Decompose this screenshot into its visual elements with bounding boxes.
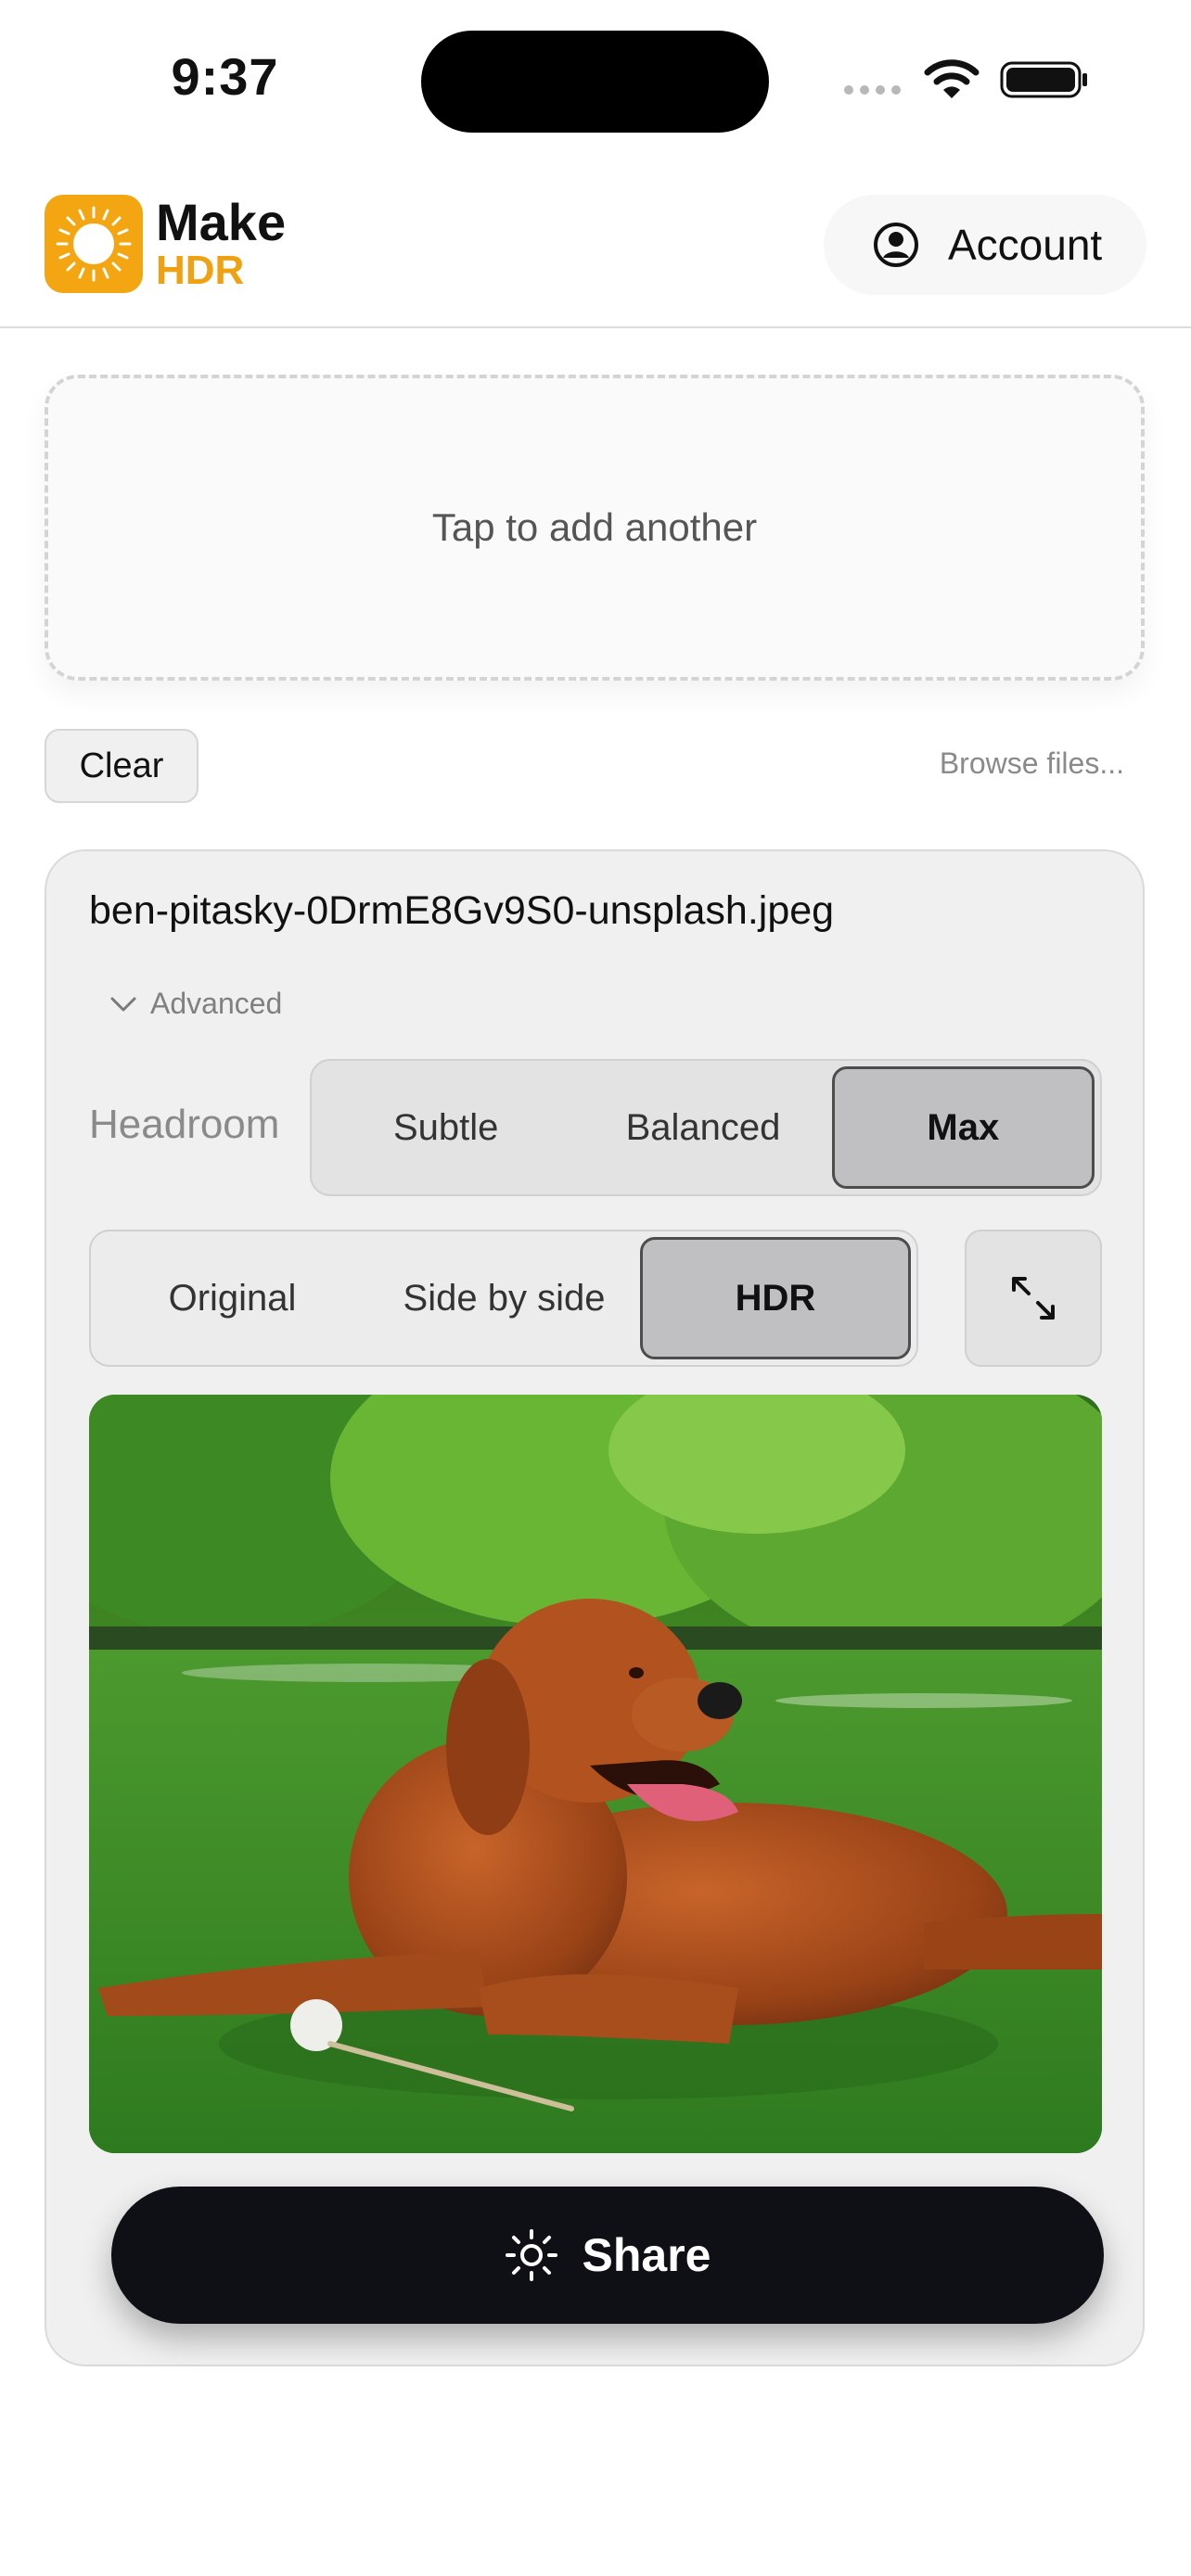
headroom-option-balanced[interactable]: Balanced xyxy=(574,1066,831,1189)
view-option-original[interactable]: Original xyxy=(96,1237,368,1359)
view-mode-segmented-control: Original Side by side HDR xyxy=(89,1230,918,1367)
file-drop-zone[interactable]: Tap to add another xyxy=(45,375,1145,681)
brand-title: Make xyxy=(156,193,287,251)
app-header: Make HDR Account xyxy=(0,158,1191,328)
expand-arrows-icon xyxy=(1012,1277,1055,1320)
dynamic-island xyxy=(421,31,769,133)
drop-zone-text: Tap to add another xyxy=(431,505,758,549)
brand-subtitle: HDR xyxy=(156,248,245,293)
image-card: ben-pitasky-0DrmE8Gv9S0-unsplash.jpeg Ad… xyxy=(45,849,1145,2366)
headroom-segmented-control: Subtle Balanced Max xyxy=(310,1059,1102,1196)
chevron-down-icon xyxy=(110,997,136,1011)
advanced-label: Advanced xyxy=(150,987,283,1020)
wifi-icon xyxy=(924,59,980,98)
sun-logo-icon xyxy=(45,195,143,293)
status-bar: 9:37 xyxy=(0,0,1191,158)
sun-icon xyxy=(505,2229,557,2281)
share-button[interactable]: Share xyxy=(111,2187,1104,2324)
headroom-option-subtle[interactable]: Subtle xyxy=(317,1066,574,1189)
headroom-option-max[interactable]: Max xyxy=(831,1066,1095,1189)
expand-button[interactable] xyxy=(965,1230,1102,1367)
headroom-label: Headroom xyxy=(89,1102,280,1147)
status-time: 9:37 xyxy=(171,47,279,106)
account-button[interactable]: Account xyxy=(824,195,1146,295)
advanced-toggle[interactable]: Advanced xyxy=(109,987,282,1021)
clear-button[interactable]: Clear xyxy=(45,729,198,803)
person-circle-icon xyxy=(874,223,918,267)
battery-icon xyxy=(1000,61,1087,98)
file-name: ben-pitasky-0DrmE8Gv9S0-unsplash.jpeg xyxy=(89,888,835,933)
hdr-preview-image xyxy=(89,1395,1102,2153)
signal-dots-icon xyxy=(844,85,901,95)
share-label: Share xyxy=(582,2229,711,2281)
view-option-side-by-side[interactable]: Side by side xyxy=(368,1237,640,1359)
browse-files-link[interactable]: Browse files... xyxy=(940,746,1124,781)
view-option-hdr[interactable]: HDR xyxy=(640,1237,911,1359)
account-label: Account xyxy=(948,221,1103,269)
